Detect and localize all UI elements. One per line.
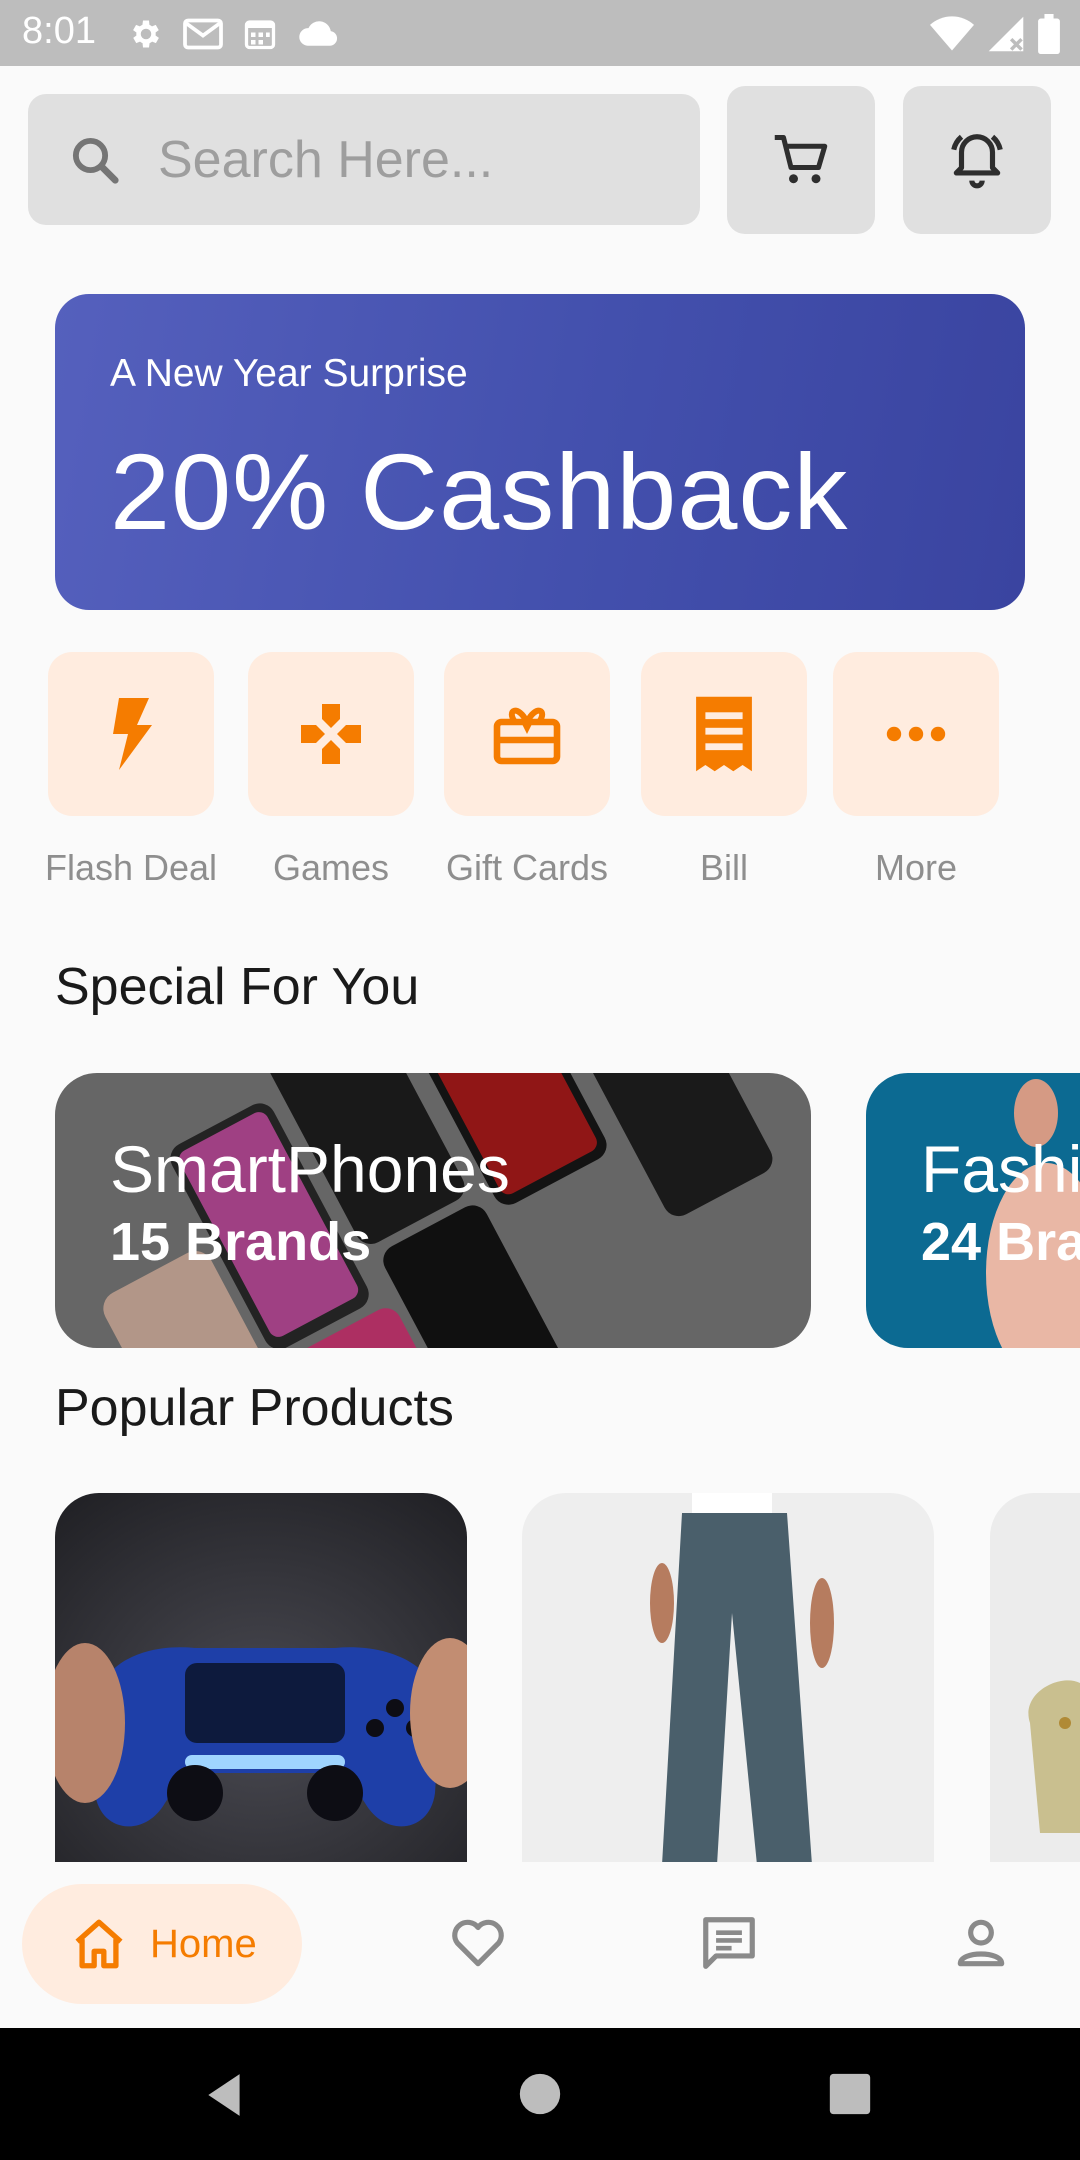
cashback-banner[interactable]: A New Year Surprise 20% Cashback — [55, 294, 1025, 610]
profile-icon[interactable] — [950, 1912, 1012, 1974]
bottom-nav: Home — [0, 1862, 1080, 2028]
more-icon — [886, 726, 946, 742]
card-title: Fashion — [921, 1132, 1080, 1206]
status-bar: 8:01 — [0, 0, 1080, 66]
home-circle-icon[interactable] — [518, 2072, 562, 2116]
search-icon — [72, 137, 119, 184]
product-card[interactable] — [990, 1493, 1080, 1865]
cart-icon — [774, 135, 828, 184]
home-icon — [75, 1919, 123, 1969]
category-more[interactable]: More — [833, 652, 999, 888]
special-card-fashion[interactable]: Fashion 24 Brands — [866, 1073, 1080, 1348]
gift-icon — [493, 707, 561, 765]
status-time: 8:01 — [22, 10, 96, 52]
cart-button[interactable] — [727, 86, 875, 234]
nav-home-label: Home — [150, 1921, 257, 1966]
product-card[interactable] — [55, 1493, 467, 1865]
bill-icon — [696, 696, 752, 772]
search-input[interactable]: Search Here... — [28, 94, 700, 225]
gmail-icon — [183, 18, 223, 50]
card-title: SmartPhones — [110, 1132, 510, 1206]
cloud-icon — [299, 21, 338, 46]
games-icon — [301, 704, 361, 764]
heart-icon[interactable] — [447, 1912, 509, 1974]
notification-button[interactable] — [903, 86, 1051, 234]
system-nav-bar — [0, 2028, 1080, 2160]
card-subtitle: 15 Brands — [110, 1212, 372, 1272]
bag-image — [990, 1493, 1080, 1865]
popular-section-title: Popular Products — [55, 1379, 454, 1437]
flash-icon — [113, 698, 152, 770]
bell-icon — [951, 134, 1003, 189]
chat-icon[interactable] — [698, 1912, 760, 1974]
cell-signal-icon — [988, 16, 1024, 52]
category-games[interactable]: Games — [248, 652, 414, 888]
status-icons-left — [128, 14, 340, 54]
category-label: More — [874, 847, 958, 888]
back-icon[interactable] — [200, 2070, 250, 2120]
status-icons-right — [930, 14, 1060, 54]
wifi-icon — [930, 16, 974, 51]
product-card[interactable] — [522, 1493, 934, 1865]
battery-icon — [1038, 14, 1060, 54]
banner-subtitle: A New Year Surprise — [110, 352, 468, 395]
category-gift-cards[interactable]: Gift Cards — [444, 652, 610, 888]
search-placeholder: Search Here... — [158, 130, 494, 189]
special-card-smartphones[interactable]: SmartPhones 15 Brands — [55, 1073, 811, 1348]
calendar-icon — [244, 20, 276, 50]
gear-icon — [133, 20, 159, 48]
recents-icon[interactable] — [828, 2072, 872, 2116]
nav-home[interactable]: Home — [22, 1884, 302, 2004]
category-bill[interactable]: Bill — [641, 652, 807, 888]
banner-title: 20% Cashback — [110, 431, 849, 552]
card-subtitle: 24 Brands — [921, 1212, 1080, 1272]
game-controller-image — [55, 1493, 467, 1865]
special-section-title: Special For You — [55, 958, 420, 1016]
category-flash-deal[interactable]: Flash Deal — [45, 652, 217, 888]
pants-image — [522, 1493, 934, 1865]
